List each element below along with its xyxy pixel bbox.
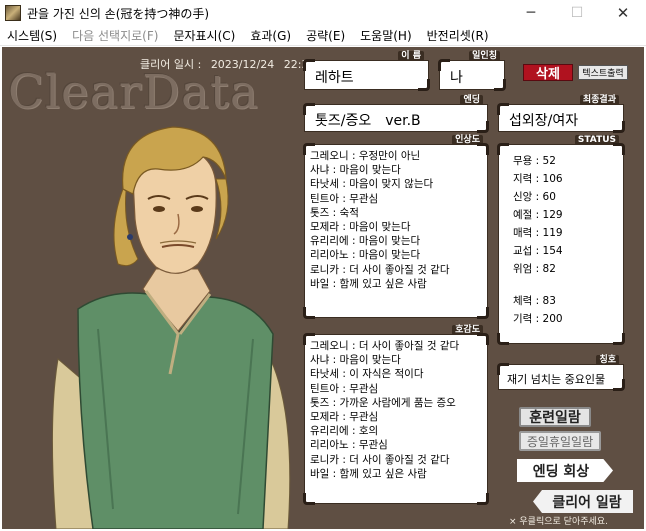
list-item: 톳즈 : 숙적 (310, 206, 359, 219)
menu-next-choice[interactable]: 다음 선택지로(F) (65, 27, 166, 44)
ending-value: 톳즈/증오 ver.B (315, 113, 421, 129)
final-result-value: 섭외장/여자 (509, 113, 579, 129)
impression-list: 그레오니 : 우정만이 아닌 사냐 : 마음이 맞는다 타낫세 : 마음이 맞지… (310, 149, 483, 291)
list-item: 유리리에 : 호의 (310, 425, 379, 438)
menu-help[interactable]: 도움말(H) (353, 27, 420, 44)
menu-reverse-reset[interactable]: 반전리셋(R) (420, 27, 497, 44)
menu-effects[interactable]: 효과(G) (243, 27, 299, 44)
menu-system[interactable]: 시스템(S) (0, 27, 65, 44)
character-portrait (51, 126, 291, 529)
stat-row: 무용 : 52 (513, 155, 556, 167)
list-item: 타낫세 : 마음이 맞지 않는다 (310, 178, 434, 191)
stat-row: 매력 : 119 (513, 227, 563, 239)
maximize-button[interactable]: ☐ (554, 0, 600, 26)
minimize-button[interactable]: ─ (508, 0, 554, 26)
vital-row: 체력 : 83 (513, 295, 556, 307)
name-value: 레하트 (315, 70, 354, 86)
ending-panel: 엔딩 톳즈/증오 ver.B (303, 95, 489, 133)
stat-row: 지력 : 106 (513, 173, 563, 185)
list-item: 그레오니 : 더 사이 좋아질 것 같다 (310, 340, 460, 352)
text-export-button[interactable]: 텍스트출력 (578, 65, 628, 80)
list-item: 틴트아 : 무관심 (310, 382, 379, 395)
list-item: 모제라 : 무관심 (310, 411, 379, 424)
training-list-button[interactable]: 훈련일람 (519, 407, 591, 427)
status-panel: STATUS 무용 : 52 지력 : 106 신앙 : 60 예절 : 129… (497, 135, 625, 345)
first-person-header: 일인칭 (469, 51, 500, 61)
menu-bar: 시스템(S) 다음 선택지로(F) 문자표시(C) 효과(G) 공략(E) 도움… (0, 26, 646, 46)
first-person-value: 나 (450, 70, 463, 86)
list-item: 사냐 : 마음이 맞는다 (310, 164, 401, 177)
close-hint: × 우클릭으로 닫아주세요. (509, 517, 608, 527)
list-item: 바일 : 함께 있고 싶은 사람 (310, 467, 427, 480)
clear-date-value: 2023/12/24 (210, 58, 275, 71)
rest-day-list-button[interactable]: 증일휴일일람 (519, 431, 601, 451)
clear-date-label: 클리어 일시 : (140, 58, 202, 71)
list-item: 톳즈 : 가까운 사람에게 품는 증오 (310, 396, 456, 409)
window-title: 관을 가진 신의 손(冠を持つ神の手) (27, 7, 210, 21)
stat-row: 위엄 : 82 (513, 263, 556, 275)
title-value: 재기 넘치는 중요인물 (507, 373, 606, 386)
stat-row: 신앙 : 60 (513, 191, 556, 203)
stat-row: 교섭 : 154 (513, 245, 563, 257)
list-item: 로니카 : 더 사이 좋아질 것 같다 (310, 453, 450, 466)
name-panel: 이 름 레하트 (303, 51, 430, 91)
affinity-list: 그레오니 : 더 사이 좋아질 것 같다 사냐 : 마음이 맞는다 타낫세 : … (310, 339, 483, 481)
ending-replay-button[interactable]: 엔딩 회상 (517, 459, 613, 482)
list-item: 모제라 : 마음이 맞는다 (310, 221, 411, 234)
clear-datetime: 클리어 일시 : 2023/12/24 22:34 (140, 56, 321, 72)
list-item: 리리아노 : 마음이 맞는다 (310, 249, 421, 262)
clear-data-screen: ClearData 클리어 일시 : 2023/12/24 22:34 이 름 (2, 47, 644, 529)
close-button[interactable]: ✕ (600, 0, 646, 26)
list-item: 로니카 : 더 사이 좋아질 것 같다 (310, 263, 450, 276)
affinity-panel: 호감도 그레오니 : 더 사이 좋아질 것 같다 사냐 : 마음이 맞는다 타낫… (303, 325, 489, 505)
list-item: 바일 : 함께 있고 싶은 사람 (310, 277, 427, 290)
list-item: 사냐 : 마음이 맞는다 (310, 354, 401, 367)
title-header: 칭호 (596, 355, 619, 365)
name-header: 이 름 (398, 51, 424, 61)
delete-button[interactable]: 삭제 (523, 64, 573, 81)
menu-walkthrough[interactable]: 공략(E) (299, 27, 353, 44)
impression-panel: 인상도 그레오니 : 우정만이 아닌 사냐 : 마음이 맞는다 타낫세 : 마음… (303, 135, 489, 319)
list-item: 그레오니 : 우정만이 아닌 (310, 150, 421, 162)
list-item: 틴트아 : 무관심 (310, 192, 379, 205)
clear-list-button[interactable]: 클리어 일람 (533, 490, 633, 513)
first-person-panel: 일인칭 나 (438, 51, 506, 91)
final-result-header: 최종결과 (579, 95, 619, 105)
final-result-panel: 최종결과 섭외장/여자 (497, 95, 625, 133)
ending-header: 엔딩 (460, 95, 483, 105)
cleardata-logo: ClearData (8, 65, 259, 120)
list-item: 리리아노 : 무관심 (310, 439, 388, 452)
title-bar: 관을 가진 신의 손(冠を持つ神の手) ─ ☐ ✕ (0, 0, 646, 26)
list-item: 유리리에 : 마음이 맞는다 (310, 235, 421, 248)
title-panel: 칭호 재기 넘치는 중요인물 (497, 355, 625, 391)
app-icon (5, 5, 21, 21)
vital-row: 기력 : 200 (513, 313, 563, 325)
list-item: 타낫세 : 이 자식은 적이다 (310, 368, 424, 381)
stat-row: 예절 : 129 (513, 209, 563, 221)
menu-text-display[interactable]: 문자표시(C) (166, 27, 243, 44)
